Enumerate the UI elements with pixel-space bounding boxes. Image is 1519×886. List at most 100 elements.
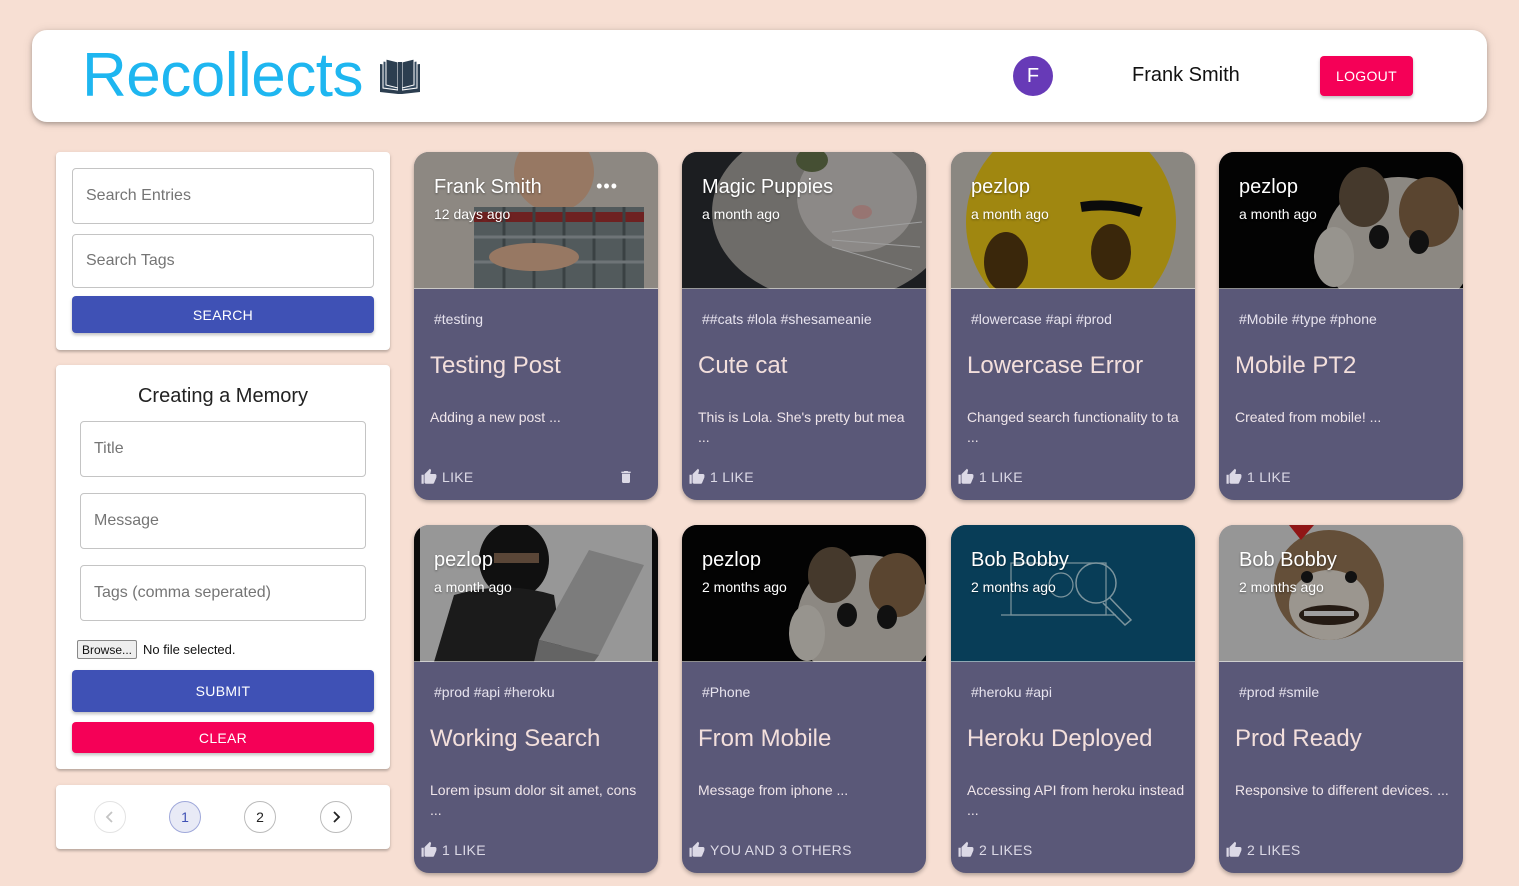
user-avatar[interactable]: F bbox=[1013, 56, 1053, 96]
thumb-up-icon bbox=[689, 468, 705, 484]
post-message: Changed search functionality to ta ... bbox=[967, 409, 1179, 445]
page-1-button[interactable]: 1 bbox=[169, 801, 201, 833]
chevron-right-icon bbox=[333, 811, 341, 823]
clear-button[interactable]: CLEAR bbox=[72, 722, 374, 753]
thumb-up-icon bbox=[421, 841, 437, 857]
pagination: 1 2 bbox=[56, 785, 390, 849]
post-title: Cute cat bbox=[698, 352, 788, 379]
post-author: Bob Bobby bbox=[1239, 549, 1337, 571]
post-title: Testing Post bbox=[430, 352, 561, 379]
thumb-up-icon bbox=[689, 841, 705, 857]
file-upload: Browse... No file selected. bbox=[77, 640, 236, 659]
post-tags: #Phone bbox=[702, 684, 751, 700]
post-message: Lorem ipsum dolor sit amet, cons ... bbox=[430, 782, 637, 818]
like-label: YOU AND 3 OTHERS bbox=[710, 842, 852, 858]
app-bar: Recollects F Frank Smith LOGOUT bbox=[32, 30, 1487, 122]
post-message: Responsive to different devices. ... bbox=[1235, 782, 1449, 798]
post-author: pezlop bbox=[434, 549, 493, 571]
like-label: 1 LIKE bbox=[979, 469, 1023, 485]
like-button[interactable]: 1 LIKE bbox=[957, 468, 1023, 486]
post-tags: #Mobile #type #phone bbox=[1239, 311, 1377, 327]
tags-field[interactable]: Tags (comma seperated) bbox=[80, 565, 366, 621]
like-button[interactable]: 1 LIKE bbox=[688, 468, 754, 486]
like-button[interactable]: YOU AND 3 OTHERS bbox=[688, 841, 852, 859]
post-card[interactable]: pezlop a month ago #Mobile #type #phone … bbox=[1219, 152, 1463, 500]
browse-button[interactable]: Browse... bbox=[77, 640, 138, 659]
post-author: Frank Smith bbox=[434, 176, 542, 198]
post-message: Message from iphone ... bbox=[698, 782, 849, 798]
post-author: pezlop bbox=[702, 549, 761, 571]
post-title: Lowercase Error bbox=[967, 352, 1144, 379]
submit-button[interactable]: SUBMIT bbox=[72, 670, 374, 712]
next-page-button[interactable] bbox=[320, 801, 352, 833]
post-time: 2 months ago bbox=[971, 579, 1056, 595]
like-label: 1 LIKE bbox=[1247, 469, 1291, 485]
like-label: 2 LIKES bbox=[979, 842, 1033, 858]
more-options-icon[interactable]: ••• bbox=[596, 176, 618, 197]
form-heading: Creating a Memory bbox=[137, 385, 309, 407]
search-entries-input[interactable]: Search Entries bbox=[72, 168, 374, 224]
like-button[interactable]: LIKE bbox=[420, 468, 474, 486]
post-card[interactable]: Magic Puppies a month ago ##cats #lola #… bbox=[682, 152, 926, 500]
post-author: Magic Puppies bbox=[702, 176, 834, 198]
post-message: Accessing API from heroku instead ... bbox=[967, 782, 1185, 818]
post-card[interactable]: pezlop 2 months ago #Phone From Mobile M… bbox=[682, 525, 926, 873]
post-card[interactable]: pezlop a month ago #lowercase #api #prod… bbox=[951, 152, 1195, 500]
post-title: From Mobile bbox=[698, 725, 832, 752]
post-tags: ##cats #lola #shesameanie bbox=[702, 311, 872, 327]
delete-icon[interactable] bbox=[618, 468, 634, 486]
post-time: 2 months ago bbox=[1239, 579, 1324, 595]
post-author: pezlop bbox=[971, 176, 1030, 198]
post-author: Bob Bobby bbox=[971, 549, 1069, 571]
search-tags-input[interactable]: Search Tags bbox=[72, 234, 374, 288]
post-tags: #testing bbox=[434, 311, 484, 327]
post-title: Heroku Deployed bbox=[967, 725, 1153, 752]
thumb-up-icon bbox=[958, 468, 974, 484]
like-label: 1 LIKE bbox=[710, 469, 754, 485]
like-button[interactable]: 2 LIKES bbox=[957, 841, 1032, 859]
post-tags: #lowercase #api #prod bbox=[971, 311, 1112, 327]
like-label: 2 LIKES bbox=[1247, 842, 1301, 858]
post-card[interactable]: pezlop a month ago #prod #api #heroku Wo… bbox=[414, 525, 658, 873]
post-title: Prod Ready bbox=[1235, 725, 1362, 752]
prev-page-button[interactable] bbox=[94, 801, 126, 833]
like-button[interactable]: 1 LIKE bbox=[420, 841, 486, 859]
thumb-up-icon bbox=[958, 841, 974, 857]
like-label: LIKE bbox=[442, 469, 474, 485]
like-button[interactable]: 1 LIKE bbox=[1225, 468, 1291, 486]
post-tags: #prod #smile bbox=[1239, 684, 1320, 700]
post-message: This is Lola. She's pretty but mea ... bbox=[698, 409, 905, 445]
title-field[interactable]: Title bbox=[80, 421, 366, 477]
search-panel: Search Entries Search Tags SEARCH bbox=[56, 152, 390, 350]
chevron-left-icon bbox=[105, 811, 113, 823]
post-time: a month ago bbox=[434, 579, 512, 595]
post-time: 12 days ago bbox=[434, 206, 511, 222]
like-label: 1 LIKE bbox=[442, 842, 486, 858]
post-time: 2 months ago bbox=[702, 579, 787, 595]
post-card[interactable]: Bob Bobby 2 months ago #prod #smile Prod… bbox=[1219, 525, 1463, 873]
thumb-up-icon bbox=[1226, 841, 1242, 857]
post-time: a month ago bbox=[1239, 206, 1317, 222]
thumb-up-icon bbox=[1226, 468, 1242, 484]
post-time: a month ago bbox=[971, 206, 1049, 222]
like-button[interactable]: 2 LIKES bbox=[1225, 841, 1300, 859]
post-author: pezlop bbox=[1239, 176, 1298, 198]
search-button[interactable]: SEARCH bbox=[72, 296, 374, 333]
post-message: Created from mobile! ... bbox=[1235, 409, 1382, 425]
create-memory-form: Creating a Memory Title Message Tags (co… bbox=[56, 365, 390, 769]
logout-button[interactable]: LOGOUT bbox=[1320, 56, 1413, 96]
app-title[interactable]: Recollects bbox=[82, 42, 364, 110]
post-time: a month ago bbox=[702, 206, 780, 222]
post-title: Working Search bbox=[430, 725, 601, 752]
thumb-up-icon bbox=[421, 468, 437, 484]
file-status: No file selected. bbox=[143, 642, 236, 657]
post-message: Adding a new post ... bbox=[430, 409, 561, 425]
message-field[interactable]: Message bbox=[80, 493, 366, 549]
open-book-icon bbox=[380, 58, 420, 94]
user-name: Frank Smith bbox=[1132, 64, 1240, 86]
post-tags: #prod #api #heroku bbox=[434, 684, 555, 700]
page-2-button[interactable]: 2 bbox=[244, 801, 276, 833]
post-title: Mobile PT2 bbox=[1235, 352, 1357, 379]
post-card[interactable]: Frank Smith 12 days ago ••• #testing Tes… bbox=[414, 152, 658, 500]
post-card[interactable]: Bob Bobby 2 months ago #heroku #api Hero… bbox=[951, 525, 1195, 873]
